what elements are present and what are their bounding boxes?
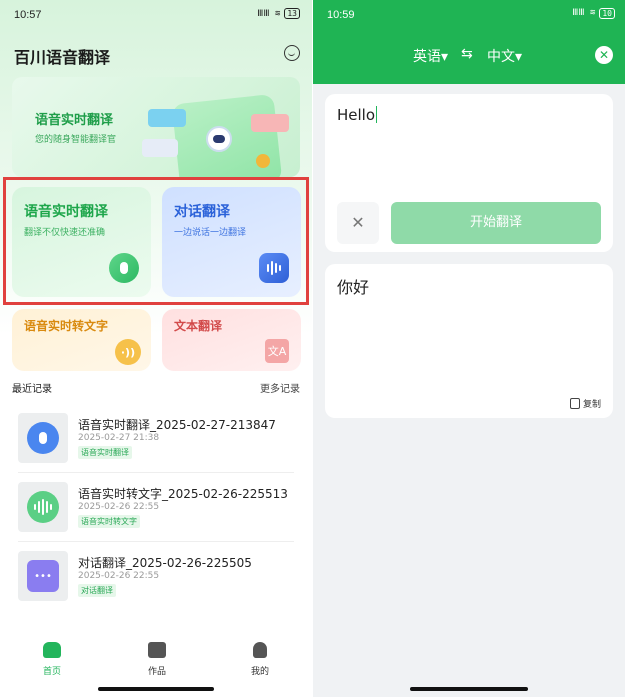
home-indicator[interactable] bbox=[410, 687, 528, 691]
robot-icon bbox=[206, 126, 232, 152]
text-caret bbox=[376, 106, 378, 123]
battery-icon: 13 bbox=[284, 8, 300, 19]
status-icons: ⅢⅢ ≋ 10 bbox=[572, 8, 615, 19]
card-title: 语音实时翻译 bbox=[24, 204, 108, 220]
close-icon[interactable]: ✕ bbox=[595, 46, 613, 64]
recent-records-heading: 最近记录 bbox=[12, 384, 52, 395]
translate-icon: 文A bbox=[265, 339, 289, 363]
divider bbox=[18, 541, 294, 542]
record-tag: 对话翻译 bbox=[78, 584, 116, 597]
wave-chip-illustration bbox=[251, 114, 289, 132]
microphone-badge-icon bbox=[256, 154, 270, 168]
dialogue-translate-card[interactable]: 对话翻译 一边说话一边翻译 bbox=[162, 187, 301, 297]
tab-label: 作品 bbox=[147, 667, 166, 677]
text-chip-illustration bbox=[142, 139, 178, 157]
record-date: 2025-02-26 22:55 bbox=[78, 571, 160, 581]
start-translate-button[interactable]: 开始翻译 bbox=[391, 202, 601, 244]
output-card: 你好 复制 bbox=[325, 264, 613, 418]
status-time: 10:59 bbox=[327, 9, 355, 21]
signal-icon: ⅢⅢ ≋ bbox=[572, 8, 596, 18]
home-indicator[interactable] bbox=[98, 687, 214, 691]
status-icons: ⅢⅢ ≋ 13 bbox=[257, 8, 300, 19]
card-title: 对话翻译 bbox=[174, 204, 230, 220]
tab-label: 首页 bbox=[42, 667, 61, 677]
record-name: 语音实时转文字_2025-02-26-225513 bbox=[78, 487, 288, 501]
battery-icon: 10 bbox=[599, 8, 615, 19]
list-item[interactable]: ••• 对话翻译_2025-02-26-225505 2025-02-26 22… bbox=[18, 551, 294, 609]
card-title: 文本翻译 bbox=[174, 319, 223, 333]
tab-home[interactable]: 首页 bbox=[22, 642, 82, 677]
sound-wave-icon bbox=[27, 491, 59, 523]
translate-screen: 10:59 ⅢⅢ ≋ 10 英语▾ ⇆ 中文▾ ✕ Hello ✕ 开始翻译 你… bbox=[313, 0, 625, 697]
record-name: 语音实时翻译_2025-02-27-213847 bbox=[78, 418, 276, 432]
person-icon bbox=[253, 642, 267, 658]
record-thumbnail bbox=[18, 413, 68, 463]
source-text-input[interactable]: Hello bbox=[337, 106, 378, 124]
copy-label: 复制 bbox=[582, 400, 601, 410]
swap-languages-icon[interactable]: ⇆ bbox=[461, 46, 473, 62]
record-date: 2025-02-26 22:55 bbox=[78, 502, 160, 512]
copy-icon bbox=[569, 398, 580, 409]
speech-to-text-card[interactable]: 语音实时转文字 ·)) bbox=[12, 309, 151, 371]
record-thumbnail: ••• bbox=[18, 551, 68, 601]
divider bbox=[18, 472, 294, 473]
feedback-icon[interactable] bbox=[284, 45, 300, 61]
status-time: 10:57 bbox=[14, 9, 42, 21]
record-tag: 语音实时翻译 bbox=[78, 446, 132, 459]
sound-wave-icon: ·)) bbox=[115, 339, 141, 365]
home-icon bbox=[43, 642, 61, 658]
tab-me[interactable]: 我的 bbox=[230, 642, 290, 677]
translate-header: 10:59 ⅢⅢ ≋ 10 英语▾ ⇆ 中文▾ ✕ bbox=[313, 0, 625, 84]
more-records-link[interactable]: 更多记录 bbox=[260, 380, 300, 395]
wave-chip-illustration bbox=[148, 109, 186, 127]
clear-button[interactable]: ✕ bbox=[337, 202, 379, 244]
banner-title: 语音实时翻译 bbox=[35, 113, 114, 128]
microphone-icon bbox=[27, 422, 59, 454]
source-language-select[interactable]: 英语▾ bbox=[413, 46, 448, 66]
source-text: Hello bbox=[337, 106, 376, 124]
card-subtitle: 一边说话一边翻译 bbox=[174, 228, 247, 238]
microphone-icon bbox=[109, 253, 139, 283]
record-name: 对话翻译_2025-02-26-225505 bbox=[78, 556, 252, 570]
status-bar: 10:57 ⅢⅢ ≋ 13 bbox=[0, 0, 312, 30]
realtime-translate-card[interactable]: 语音实时翻译 翻译不仅快速还准确 bbox=[12, 187, 151, 297]
copy-button[interactable]: 复制 bbox=[569, 397, 601, 410]
target-language-select[interactable]: 中文▾ bbox=[487, 46, 522, 66]
banner-subtitle: 您的随身智能翻译官 bbox=[35, 135, 117, 145]
text-translate-card[interactable]: 文本翻译 文A bbox=[162, 309, 301, 371]
chat-bubbles-icon: ••• bbox=[27, 560, 59, 592]
home-screen: 10:57 ⅢⅢ ≋ 13 百川语音翻译 语音实时翻译 您的随身智能翻译官 语音… bbox=[0, 0, 312, 697]
page-title: 百川语音翻译 bbox=[14, 48, 111, 67]
input-card: Hello ✕ 开始翻译 bbox=[325, 94, 613, 252]
signal-icon: ⅢⅢ ≋ bbox=[257, 8, 281, 19]
tab-label: 我的 bbox=[250, 667, 269, 677]
list-item[interactable]: 语音实时翻译_2025-02-27-213847 2025-02-27 21:3… bbox=[18, 413, 294, 473]
record-thumbnail bbox=[18, 482, 68, 532]
translated-text: 你好 bbox=[337, 278, 370, 297]
sound-bars-icon bbox=[259, 253, 289, 283]
card-title: 语音实时转文字 bbox=[24, 319, 109, 333]
card-subtitle: 翻译不仅快速还准确 bbox=[24, 228, 106, 238]
record-date: 2025-02-27 21:38 bbox=[78, 433, 160, 443]
folder-icon bbox=[148, 642, 166, 658]
list-item[interactable]: 语音实时转文字_2025-02-26-225513 2025-02-26 22:… bbox=[18, 482, 294, 542]
tab-works[interactable]: 作品 bbox=[127, 642, 187, 677]
record-tag: 语音实时转文字 bbox=[78, 515, 140, 528]
